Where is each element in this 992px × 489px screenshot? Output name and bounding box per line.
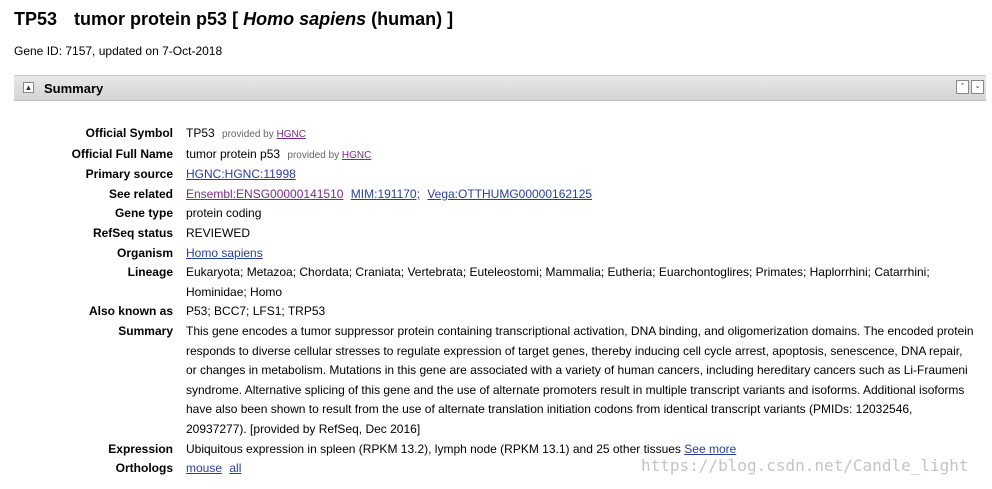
provided-by: provided by HGNC bbox=[222, 129, 306, 140]
bracket-open: [ bbox=[232, 9, 239, 29]
summary-section-header: ▲ Summary ⌃ ⌄ bbox=[14, 75, 986, 101]
label: Organism bbox=[116, 245, 173, 260]
gene-info: Gene ID: 7157, updated on 7-Oct-2018 bbox=[14, 44, 223, 58]
vega-link[interactable]: Vega:OTTHUMG00000162125 bbox=[427, 187, 592, 201]
label: Primary source bbox=[85, 167, 173, 182]
row-refseq-status: RefSeq status REVIEWED bbox=[0, 224, 992, 244]
value: HGNC:HGNC:11998 bbox=[186, 165, 974, 185]
row-official-full-name: Official Full Name tumor protein p53 pro… bbox=[0, 145, 992, 166]
expression-value: Ubiquitous expression in spleen (RPKM 13… bbox=[186, 441, 681, 456]
official-full-name-value: tumor protein p53 bbox=[186, 146, 281, 161]
label: Summary bbox=[118, 323, 173, 338]
watermark: https://blog.csdn.net/Candle_light bbox=[641, 456, 969, 475]
section-nav: ⌃ ⌄ bbox=[956, 80, 984, 94]
row-lineage: Lineage Eukaryota; Metazoa; Chordata; Cr… bbox=[0, 263, 992, 302]
label: Expression bbox=[108, 441, 173, 456]
bracket-close: ] bbox=[447, 9, 454, 29]
label: Official Full Name bbox=[71, 146, 173, 161]
value: TP53 provided by HGNC bbox=[186, 124, 974, 145]
gene-symbol: TP53 bbox=[14, 9, 58, 29]
hgnc-link[interactable]: HGNC bbox=[342, 150, 371, 161]
gene-name: tumor protein p53 bbox=[74, 9, 228, 29]
label: Gene type bbox=[114, 206, 173, 221]
ensembl-link[interactable]: Ensembl:ENSG00000141510 bbox=[186, 187, 343, 201]
value: tumor protein p53 provided by HGNC bbox=[186, 145, 974, 166]
row-organism: Organism Homo sapiens bbox=[0, 244, 992, 264]
provided-by-text: provided by bbox=[222, 129, 274, 140]
ortholog-mouse-link[interactable]: mouse bbox=[186, 461, 222, 475]
ortholog-all-link[interactable]: all bbox=[229, 461, 241, 475]
collapse-toggle-icon[interactable]: ▲ bbox=[23, 82, 34, 93]
organism-common: (human) bbox=[371, 9, 443, 29]
value: Ensembl:ENSG00000141510 MIM:191170; Vega… bbox=[186, 185, 974, 205]
jump-bottom-icon[interactable]: ⌄ bbox=[971, 80, 984, 94]
row-also-known-as: Also known as P53; BCC7; LFS1; TRP53 bbox=[0, 302, 992, 322]
jump-top-icon[interactable]: ⌃ bbox=[956, 80, 969, 94]
summary-properties: Official Symbol TP53 provided by HGNC Of… bbox=[0, 124, 992, 479]
organism-link[interactable]: Homo sapiens bbox=[186, 246, 263, 260]
lineage-value: Eukaryota; Metazoa; Chordata; Craniata; … bbox=[186, 265, 930, 299]
label: Official Symbol bbox=[85, 126, 173, 140]
row-official-symbol: Official Symbol TP53 provided by HGNC bbox=[0, 124, 992, 145]
also-known-as-value: P53; BCC7; LFS1; TRP53 bbox=[186, 304, 326, 319]
value: Homo sapiens bbox=[186, 244, 974, 264]
official-symbol-value: TP53 bbox=[186, 126, 215, 140]
row-gene-type: Gene type protein coding bbox=[0, 204, 992, 224]
hgnc-link[interactable]: HGNC bbox=[277, 129, 306, 140]
organism-italic: Homo sapiens bbox=[243, 9, 367, 29]
label: RefSeq status bbox=[92, 225, 173, 240]
label: Orthologs bbox=[115, 461, 173, 476]
label: Lineage bbox=[127, 265, 173, 280]
provided-by: provided by HGNC bbox=[287, 150, 371, 161]
refseq-status-value: REVIEWED bbox=[186, 225, 251, 240]
mim-link[interactable]: MIM:191170; bbox=[351, 187, 420, 201]
gene-type-value: protein coding bbox=[186, 206, 262, 221]
provided-by-text: provided by bbox=[287, 149, 340, 161]
label: Also known as bbox=[88, 304, 173, 319]
row-primary-source: Primary source HGNC:HGNC:11998 bbox=[0, 165, 992, 185]
see-more-link[interactable]: See more bbox=[684, 442, 736, 456]
row-see-related: See related Ensembl:ENSG00000141510 MIM:… bbox=[0, 185, 992, 205]
gene-title: TP53 tumor protein p53 [ Homo sapiens (h… bbox=[14, 9, 453, 30]
label: See related bbox=[108, 186, 173, 201]
row-summary: Summary This gene encodes a tumor suppre… bbox=[0, 322, 992, 440]
section-title[interactable]: Summary bbox=[44, 81, 103, 96]
primary-source-link[interactable]: HGNC:HGNC:11998 bbox=[186, 167, 296, 181]
summary-text: This gene encodes a tumor suppressor pro… bbox=[186, 323, 974, 436]
